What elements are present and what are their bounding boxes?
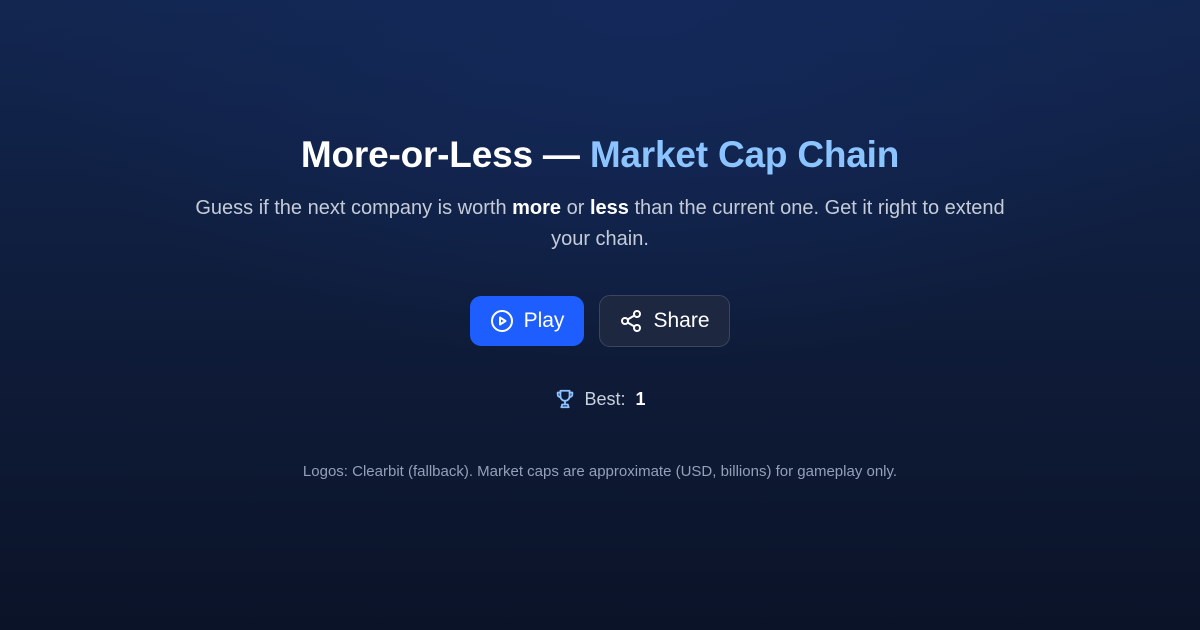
share-button[interactable]: Share — [599, 295, 730, 347]
page: More-or-Less — Market Cap Chain Guess if… — [0, 0, 1200, 630]
trophy-icon — [554, 388, 576, 410]
title-main: More-or-Less — — [300, 134, 580, 175]
page-title: More-or-Less — Market Cap Chain — [301, 133, 899, 177]
subtitle-text-2: or — [561, 197, 590, 219]
best-score-value: 1 — [635, 388, 646, 409]
subtitle-more: more — [512, 197, 562, 219]
best-score-label: Best: — [584, 388, 626, 409]
title-accent: Market Cap Chain — [589, 134, 900, 175]
share-icon — [619, 309, 643, 333]
footnote: Logos: Clearbit (fallback). Market caps … — [302, 463, 898, 480]
subtitle: Guess if the next company is worth more … — [185, 193, 1015, 255]
play-button[interactable]: Play — [470, 296, 584, 346]
play-button-label: Play — [523, 309, 565, 332]
share-button-label: Share — [653, 309, 710, 332]
subtitle-less: less — [589, 197, 629, 219]
play-circle-icon — [490, 309, 514, 333]
hero-section: More-or-Less — Market Cap Chain Guess if… — [0, 133, 1200, 480]
subtitle-text-1: Guess if the next company is worth — [195, 197, 513, 219]
action-buttons: Play Share — [470, 295, 730, 347]
best-score: Best: 1 — [554, 388, 646, 410]
